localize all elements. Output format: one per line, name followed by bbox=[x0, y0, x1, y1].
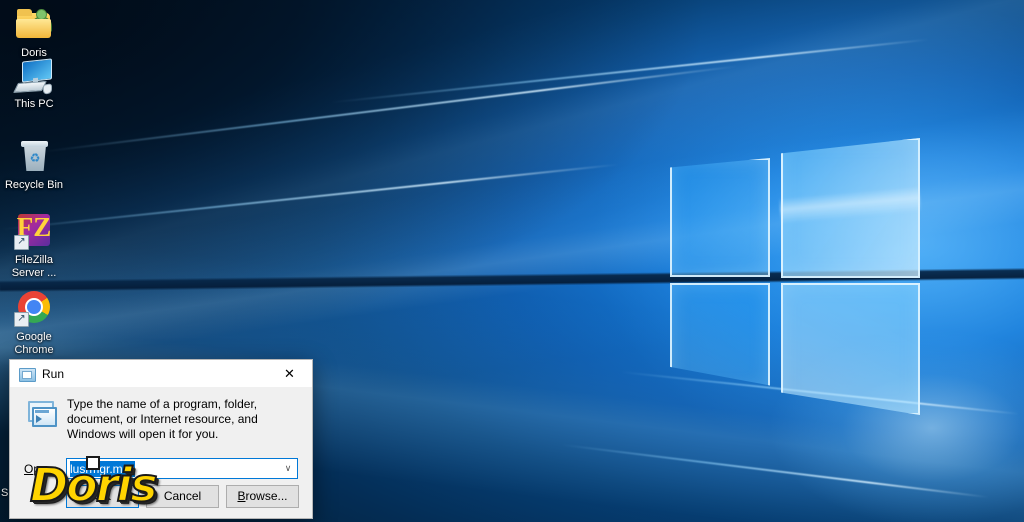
desktop-icon-this-pc[interactable]: This PC bbox=[2, 55, 66, 111]
wallpaper-streak-2 bbox=[1, 163, 619, 231]
run-dialog-body: Type the name of a program, folder, docu… bbox=[10, 387, 312, 518]
desktop-icon-google-chrome[interactable]: ↗ Google Chrome bbox=[2, 288, 66, 357]
shortcut-arrow-icon: ↗ bbox=[14, 235, 29, 250]
user-folder-icon bbox=[14, 4, 54, 44]
desktop[interactable]: Doris This PC ♻ Recycle Bin FZ ↗ FileZil… bbox=[0, 0, 1024, 522]
run-description-row: Type the name of a program, folder, docu… bbox=[10, 387, 312, 442]
browse-button[interactable]: Browse... bbox=[226, 484, 299, 508]
desktop-icon-doris-folder[interactable]: Doris bbox=[2, 4, 66, 60]
desktop-icon-recycle-bin[interactable]: ♻ Recycle Bin bbox=[2, 136, 66, 192]
logo-quadrant-bottom-left bbox=[670, 283, 770, 386]
ok-button[interactable]: OK bbox=[66, 484, 139, 508]
chrome-icon: ↗ bbox=[14, 288, 54, 328]
run-dialog-titlebar[interactable]: Run ✕ bbox=[10, 360, 312, 387]
run-dialog-buttons: OK Cancel Browse... bbox=[10, 474, 312, 518]
desktop-icon-label: Google Chrome bbox=[14, 331, 54, 356]
logo-quadrant-bottom-right bbox=[781, 283, 920, 415]
logo-quadrant-top-left bbox=[670, 158, 770, 277]
wallpaper-streak-1 bbox=[42, 65, 738, 153]
computer-monitor-icon bbox=[13, 55, 54, 95]
run-window-icon bbox=[19, 367, 36, 382]
run-app-icon bbox=[24, 398, 57, 430]
filezilla-icon: FZ ↗ bbox=[14, 211, 54, 251]
wallpaper-streak-3 bbox=[331, 38, 929, 104]
recycle-symbol-icon: ♻ bbox=[29, 151, 41, 165]
wallpaper-streak-5 bbox=[561, 443, 989, 499]
desktop-icon-partial-label: S bbox=[1, 487, 9, 499]
windows-logo-hero bbox=[640, 130, 940, 420]
run-dialog[interactable]: Run ✕ Type the name of a program, folder… bbox=[9, 359, 313, 519]
desktop-icon-filezilla-server[interactable]: FZ ↗ FileZilla Server ... bbox=[2, 211, 66, 280]
desktop-icon-label: Recycle Bin bbox=[4, 179, 64, 191]
desktop-icon-label: FileZilla Server ... bbox=[11, 254, 57, 279]
desktop-icon-label: This PC bbox=[14, 98, 54, 110]
close-icon[interactable]: ✕ bbox=[267, 360, 312, 387]
recycle-bin-icon: ♻ bbox=[14, 136, 54, 176]
run-dialog-title: Run bbox=[42, 366, 65, 381]
run-description-text: Type the name of a program, folder, docu… bbox=[67, 397, 258, 441]
cancel-button[interactable]: Cancel bbox=[146, 484, 219, 508]
shortcut-arrow-icon: ↗ bbox=[14, 312, 29, 327]
